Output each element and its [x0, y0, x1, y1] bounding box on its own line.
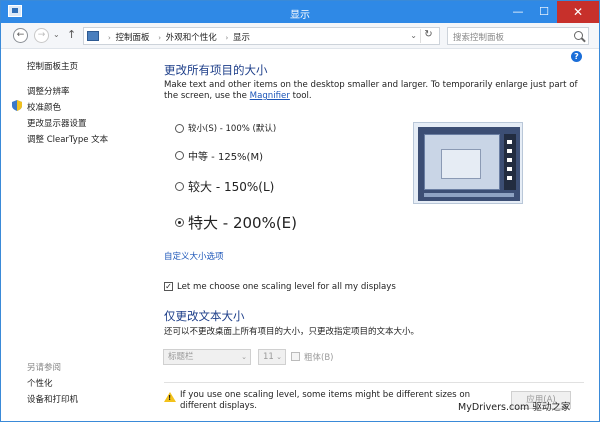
description-tail: tool.	[289, 91, 312, 101]
main-content: 更改所有项目的大小 Make text and other items on t…	[149, 49, 599, 421]
divider	[164, 382, 584, 383]
page-description: Make text and other items on the desktop…	[164, 80, 594, 102]
search-input[interactable]: 搜索控制面板	[453, 31, 504, 43]
preview-tile	[507, 158, 512, 162]
preview-tile	[507, 140, 512, 144]
bold-checkbox[interactable]	[291, 352, 300, 361]
font-size-value: 11	[263, 352, 274, 362]
sidebar: 控制面板主页 调整分辨率 校准颜色 更改显示器设置 调整 ClearType 文…	[1, 49, 149, 421]
item-select[interactable]: 标题栏 ⌄	[163, 349, 251, 365]
sidebar-item-personalization[interactable]: 个性化	[27, 377, 53, 389]
preview-tile	[507, 176, 512, 180]
sidebar-item-cleartype[interactable]: 调整 ClearType 文本	[27, 133, 108, 145]
search-box[interactable]: 搜索控制面板	[447, 27, 589, 45]
option-label: 特大 - 200%(E)	[188, 214, 298, 232]
navigation-bar: ← → ⌄ ↑ › 控制面板 › 外观和个性化 › 显示 ⌄ ↻ 搜索控制面板	[1, 23, 599, 49]
watermark: MyDrivers.com 驱动之家	[458, 402, 571, 413]
scaling-preview-image	[413, 122, 523, 204]
preview-sidebar	[504, 134, 516, 190]
preview-tile	[507, 149, 512, 153]
recent-locations-dropdown[interactable]: ⌄	[53, 30, 60, 39]
preview-tile	[507, 167, 512, 171]
sidebar-item-home[interactable]: 控制面板主页	[27, 60, 78, 72]
sidebar-item-display-settings[interactable]: 更改显示器设置	[27, 117, 87, 129]
breadcrumb-display[interactable]: 显示	[233, 33, 250, 43]
preview-screen	[418, 127, 520, 201]
title-bar: 显示 — ☐ ✕	[1, 1, 599, 23]
chevron-down-icon: ⌄	[276, 353, 282, 361]
radio-button[interactable]	[175, 151, 184, 160]
preview-taskbar	[424, 193, 514, 197]
display-window: 显示 — ☐ ✕ ← → ⌄ ↑ › 控制面板 › 外观和个性化 › 显示 ⌄ …	[0, 0, 600, 422]
maximize-button[interactable]: ☐	[531, 1, 557, 23]
sidebar-item-devices-printers[interactable]: 设备和打印机	[27, 393, 78, 405]
back-button[interactable]: ←	[13, 28, 28, 43]
option-label: 中等 - 125%(M)	[188, 152, 263, 163]
address-bar[interactable]: › 控制面板 › 外观和个性化 › 显示 ⌄ ↻	[83, 27, 440, 45]
page-title: 更改所有项目的大小	[164, 63, 268, 77]
one-scaling-level-checkbox[interactable]: ✓	[164, 282, 173, 291]
item-select-value: 标题栏	[168, 352, 194, 362]
refresh-button[interactable]: ↻	[420, 29, 436, 43]
breadcrumb-separator: ›	[225, 34, 229, 42]
sidebar-item-resolution[interactable]: 调整分辨率	[27, 85, 70, 97]
up-button[interactable]: ↑	[67, 28, 76, 41]
breadcrumb-appearance[interactable]: 外观和个性化	[166, 33, 217, 43]
checkbox-label: Let me choose one scaling level for all …	[177, 282, 396, 292]
warning-text: If you use one scaling level, some items…	[180, 390, 471, 411]
search-icon[interactable]	[574, 31, 583, 40]
see-also-heading: 另请参阅	[27, 363, 62, 373]
monitor-icon	[87, 31, 99, 41]
forward-button[interactable]: →	[34, 28, 49, 43]
sidebar-item-calibrate-color[interactable]: 校准颜色	[27, 101, 61, 113]
breadcrumb-separator: ›	[108, 34, 111, 42]
chevron-down-icon: ⌄	[241, 353, 247, 361]
shield-icon	[12, 100, 22, 111]
bold-label: 粗体(B)	[304, 353, 334, 363]
preview-inner-window	[441, 149, 481, 179]
text-size-heading: 仅更改文本大小	[164, 309, 245, 323]
option-label: 较小(S) - 100% (默认)	[188, 124, 277, 134]
font-size-select[interactable]: 11 ⌄	[258, 349, 286, 365]
custom-sizing-link[interactable]: 自定义大小选项	[164, 250, 224, 262]
preview-window	[424, 134, 500, 190]
minimize-button[interactable]: —	[505, 1, 531, 23]
text-size-description: 还可以不更改桌面上所有项目的大小，只更改指定项目的文本大小。	[164, 327, 420, 337]
radio-button[interactable]	[175, 124, 184, 133]
option-label: 较大 - 150%(L)	[188, 180, 275, 194]
breadcrumb-control-panel[interactable]: 控制面板	[116, 33, 150, 43]
close-button[interactable]: ✕	[557, 1, 599, 23]
warning-icon-mark: !	[168, 394, 172, 402]
address-dropdown-icon[interactable]: ⌄	[410, 31, 417, 40]
radio-button-selected[interactable]	[175, 218, 184, 227]
magnifier-link[interactable]: Magnifier	[250, 91, 290, 101]
breadcrumb-separator: ›	[158, 34, 162, 42]
breadcrumb: › 控制面板 › 外观和个性化 › 显示	[104, 31, 252, 43]
radio-button[interactable]	[175, 182, 184, 191]
description-text: Make text and other items on the desktop…	[164, 80, 578, 101]
